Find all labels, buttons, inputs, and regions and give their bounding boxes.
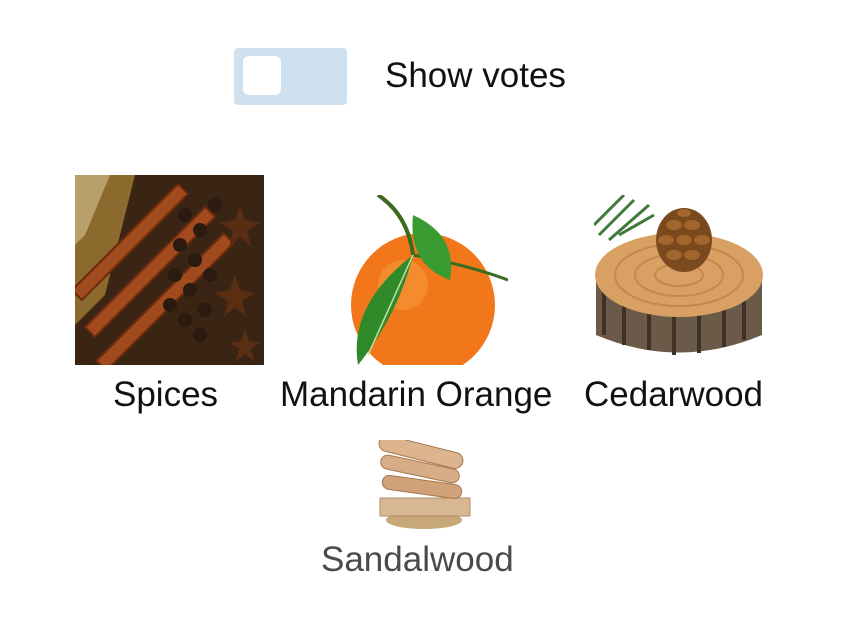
scent-label-sandalwood[interactable]: Sandalwood [321,538,514,582]
scent-label-cedarwood[interactable]: Cedarwood [584,373,763,417]
scent-option-mandarin-orange[interactable]: Mandarin Orange [280,175,570,415]
scent-option-sandalwood[interactable]: Sandalwood [320,440,535,580]
scent-option-spices[interactable]: Spices [75,175,265,415]
show-votes-label[interactable]: Show votes [385,54,566,98]
toggle-knob[interactable] [243,56,281,95]
show-votes-toggle-row[interactable]: Show votes [234,48,594,105]
mandarin-orange-image[interactable] [338,195,508,365]
scent-label-mandarin-orange[interactable]: Mandarin Orange [280,373,552,417]
spices-image[interactable] [75,175,264,365]
scent-label-spices[interactable]: Spices [113,373,218,417]
show-votes-toggle[interactable] [234,48,347,105]
cedarwood-image[interactable] [594,195,764,365]
sandalwood-image[interactable] [376,440,472,530]
scent-option-cedarwood[interactable]: Cedarwood [580,175,780,415]
